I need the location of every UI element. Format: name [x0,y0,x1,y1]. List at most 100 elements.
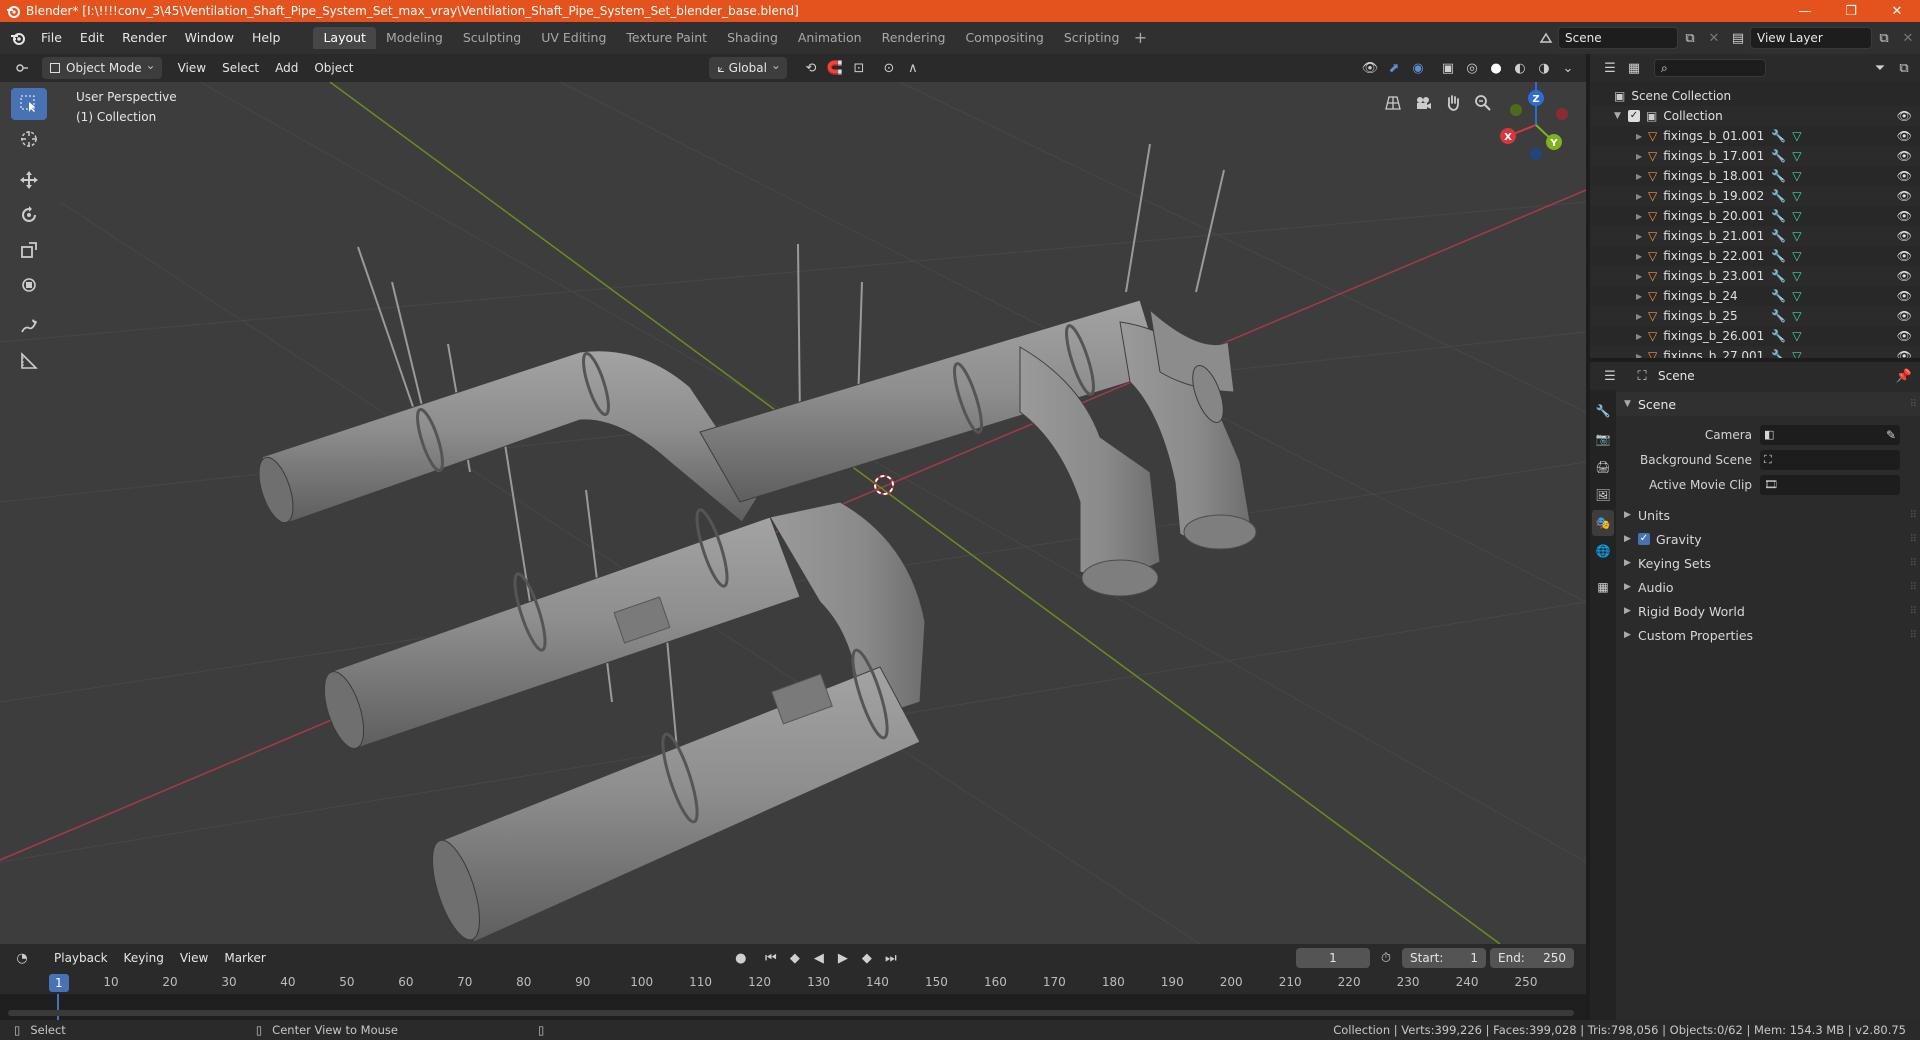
jump-end-icon[interactable]: ⏭ [879,947,903,969]
scene-panel-header[interactable]: ▼ Scene ⠿ [1616,392,1920,416]
mesh-data-icon[interactable]: ▽ [1792,329,1801,343]
menu-help[interactable]: Help [243,27,290,49]
modifier-wrench-icon[interactable]: 🔧 [1771,249,1786,263]
collection-checkbox[interactable]: ✓ [1628,110,1640,122]
gravity-checkbox[interactable]: ✓ [1638,533,1650,545]
world-tab-icon[interactable]: 🌐 [1592,538,1614,564]
outliner-object-row[interactable]: ▶ ▽ fixings_b_25 🔧 ▽ 👁 [1590,306,1920,326]
outliner-object-row[interactable]: ▶ ▽ fixings_b_27.001 🔧 ▽ 👁 [1590,346,1920,358]
view-layer-tab-icon[interactable]: 🖼 [1592,482,1614,508]
tab-texture-paint[interactable]: Texture Paint [616,27,717,49]
menu-file[interactable]: File [32,27,71,49]
expand-arrow-icon[interactable]: ▶ [1636,352,1648,359]
timeline-editor-icon[interactable]: ◔ [10,947,34,969]
end-frame-field[interactable]: End: 250 [1490,948,1574,968]
menu-marker[interactable]: Marker [216,947,273,969]
mode-selector[interactable]: Object Mode [42,54,162,79]
modifier-wrench-icon[interactable]: 🔧 [1771,229,1786,243]
mesh-data-icon[interactable]: ▽ [1792,189,1801,203]
keying-sets-panel[interactable]: ▶ Keying Sets ⠿ [1616,551,1920,575]
visibility-eye-icon[interactable]: 👁 [1897,189,1912,203]
add-workspace-button[interactable]: + [1129,27,1151,49]
visibility-eye-icon[interactable]: 👁 [1897,209,1912,223]
visibility-eye-icon[interactable]: 👁 [1897,249,1912,263]
pivot-point-icon[interactable]: ⟲ [799,57,823,79]
units-panel[interactable]: ▶ Units ⠿ [1616,503,1920,527]
expand-arrow-icon[interactable]: ▶ [1636,152,1648,161]
expand-arrow-icon[interactable]: ▶ [1636,332,1648,341]
visibility-eye-icon[interactable]: 👁 [1897,129,1912,143]
3d-viewport[interactable]: Z X Y User Perspective (1) Collection [0,82,1586,944]
outliner-editor-icon[interactable]: ☰ [1598,57,1622,79]
outliner-object-row[interactable]: ▶ ▽ fixings_b_21.001 🔧 ▽ 👁 [1590,226,1920,246]
active-movie-clip-field[interactable]: 🎞 [1760,474,1900,495]
menu-keying[interactable]: Keying [116,947,172,969]
mesh-data-icon[interactable]: ▽ [1792,349,1801,358]
tab-shading[interactable]: Shading [717,27,788,49]
visibility-eye-icon[interactable]: 👁 [1897,229,1912,243]
editor-type-icon[interactable] [10,57,34,79]
custom-properties-panel[interactable]: ▶ Custom Properties ⠿ [1616,623,1920,647]
tab-layout[interactable]: Layout [313,27,376,49]
snap-target-icon[interactable]: ⊡ [847,57,871,79]
expand-arrow-icon[interactable]: ▶ [1636,132,1648,141]
current-frame-indicator[interactable]: 1 [49,974,69,992]
visibility-eye-icon[interactable]: 👁 [1897,349,1912,358]
material-shading-icon[interactable]: ◐ [1508,57,1532,79]
delete-scene-icon[interactable]: ✕ [1702,27,1726,49]
blender-menu-icon[interactable] [4,24,32,52]
gizmo-toggle-icon[interactable]: ⬈ [1382,57,1406,79]
toggle-ortho-icon[interactable] [1378,88,1408,118]
menu-timeline-view[interactable]: View [172,947,216,969]
annotate-tool-icon[interactable] [11,310,47,342]
modifier-wrench-icon[interactable]: 🔧 [1771,349,1786,358]
prev-keyframe-icon[interactable]: ◆ [783,947,807,969]
modifier-wrench-icon[interactable]: 🔧 [1771,269,1786,283]
outliner-collection[interactable]: ▼ ✓ ▣ Collection 👁 [1590,106,1920,126]
overlay-toggle-icon[interactable]: ◉ [1406,57,1430,79]
outliner-object-row[interactable]: ▶ ▽ fixings_b_19.002 🔧 ▽ 👁 [1590,186,1920,206]
mesh-data-icon[interactable]: ▽ [1792,209,1801,223]
shading-options-icon[interactable]: ⌄ [1556,57,1580,79]
camera-view-icon[interactable] [1408,88,1438,118]
xray-icon[interactable]: ▣ [1436,57,1460,79]
delete-view-layer-icon[interactable]: ✕ [1896,27,1920,49]
proportional-edit-icon[interactable]: ⊙ [877,57,901,79]
mesh-data-icon[interactable]: ▽ [1792,129,1801,143]
play-icon[interactable]: ▶ [831,947,855,969]
mesh-data-icon[interactable]: ▽ [1792,149,1801,163]
visibility-eye-icon[interactable]: 👁 [1897,149,1912,163]
tab-scripting[interactable]: Scripting [1054,27,1130,49]
new-collection-icon[interactable]: ⧉ [1892,57,1916,79]
menu-object[interactable]: Object [306,57,361,79]
zoom-view-icon[interactable] [1468,88,1498,118]
texture-tab-icon[interactable]: ▦ [1592,574,1614,600]
visibility-eye-icon[interactable]: 👁 [1897,169,1912,183]
modifier-wrench-icon[interactable]: 🔧 [1771,309,1786,323]
mesh-data-icon[interactable]: ▽ [1792,169,1801,183]
outliner-object-row[interactable]: ▶ ▽ fixings_b_20.001 🔧 ▽ 👁 [1590,206,1920,226]
play-reverse-icon[interactable]: ◀ [807,947,831,969]
expand-arrow-icon[interactable]: ▶ [1636,232,1648,241]
expand-arrow-icon[interactable]: ▶ [1636,172,1648,181]
eyedropper-icon[interactable]: ✎ [1886,428,1896,442]
tab-sculpting[interactable]: Sculpting [453,27,531,49]
outliner-object-row[interactable]: ▶ ▽ fixings_b_23.001 🔧 ▽ 👁 [1590,266,1920,286]
expand-arrow-icon[interactable]: ▶ [1636,212,1648,221]
expand-arrow-icon[interactable]: ▶ [1636,252,1648,261]
maximize-button[interactable]: ❐ [1828,0,1874,22]
rendered-shading-icon[interactable]: ◑ [1532,57,1556,79]
menu-window[interactable]: Window [176,27,243,49]
collapse-arrow-icon[interactable]: ▼ [1614,111,1628,121]
scale-tool-icon[interactable] [11,234,47,266]
rotate-tool-icon[interactable] [11,199,47,231]
wireframe-shading-icon[interactable]: ◎ [1460,57,1484,79]
mesh-data-icon[interactable]: ▽ [1792,309,1801,323]
panel-grip-icon[interactable]: ⠿ [1910,534,1917,545]
solid-shading-icon[interactable]: ● [1484,57,1508,79]
render-tab-icon[interactable]: 📷 [1592,426,1614,452]
panel-grip-icon[interactable]: ⠿ [1910,606,1917,617]
gravity-panel[interactable]: ▶ ✓ Gravity ⠿ [1616,527,1920,551]
menu-render[interactable]: Render [113,27,176,49]
menu-select[interactable]: Select [214,57,267,79]
